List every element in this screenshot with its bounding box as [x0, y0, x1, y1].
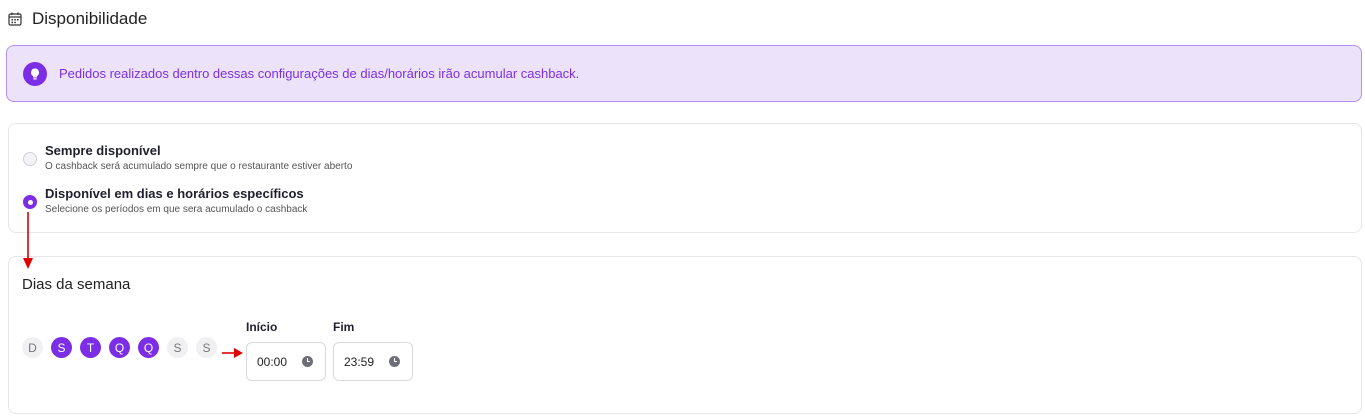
start-time-value: 00:00 — [257, 354, 288, 369]
option-always-available[interactable]: Sempre disponível O cashback será acumul… — [23, 143, 352, 174]
start-time-label: Início — [246, 320, 278, 334]
radio-specific-days[interactable] — [23, 195, 37, 209]
end-time-label: Fim — [333, 320, 355, 334]
day-toggle-saturday[interactable]: S — [196, 337, 217, 358]
day-toggle-friday[interactable]: S — [167, 337, 188, 358]
calendar-icon — [8, 12, 22, 26]
end-time-value: 23:59 — [344, 354, 375, 369]
section-header: Disponibilidade — [8, 8, 147, 30]
option-title: Sempre disponível — [45, 143, 161, 158]
availability-options-card: Sempre disponível O cashback será acumul… — [8, 123, 1362, 233]
annotation-arrow-right-icon — [222, 348, 243, 358]
start-time-field: Início 00:00 — [246, 320, 326, 381]
radio-always-available[interactable] — [23, 152, 37, 166]
clock-icon[interactable] — [302, 356, 313, 367]
option-description: O cashback será acumulado sempre que o r… — [45, 161, 353, 172]
option-specific-days[interactable]: Disponível em dias e horários específico… — [23, 186, 307, 217]
clock-icon[interactable] — [389, 356, 400, 367]
day-toggle-sunday[interactable]: D — [22, 337, 43, 358]
day-toggle-monday[interactable]: S — [51, 337, 72, 358]
alert-message: Pedidos realizados dentro dessas configu… — [59, 66, 580, 81]
weekday-selector: D S T Q Q S S — [22, 337, 217, 358]
option-title: Disponível em dias e horários específico… — [45, 186, 304, 201]
option-description: Selecione os períodos em que sera acumul… — [45, 204, 308, 215]
weekdays-title: Dias da semana — [22, 276, 131, 293]
day-toggle-tuesday[interactable]: T — [80, 337, 101, 358]
cashback-info-alert: Pedidos realizados dentro dessas configu… — [6, 45, 1362, 102]
page-title: Disponibilidade — [32, 9, 148, 28]
day-toggle-wednesday[interactable]: Q — [109, 337, 130, 358]
start-time-input[interactable]: 00:00 — [246, 342, 326, 381]
end-time-input[interactable]: 23:59 — [333, 342, 413, 381]
end-time-field: Fim 23:59 — [333, 320, 413, 381]
day-toggle-thursday[interactable]: Q — [138, 337, 159, 358]
lightbulb-icon — [23, 61, 47, 86]
weekdays-card: Dias da semana D S T Q Q S S Início 00:0… — [8, 256, 1362, 414]
annotation-arrow-down-icon — [23, 212, 33, 269]
